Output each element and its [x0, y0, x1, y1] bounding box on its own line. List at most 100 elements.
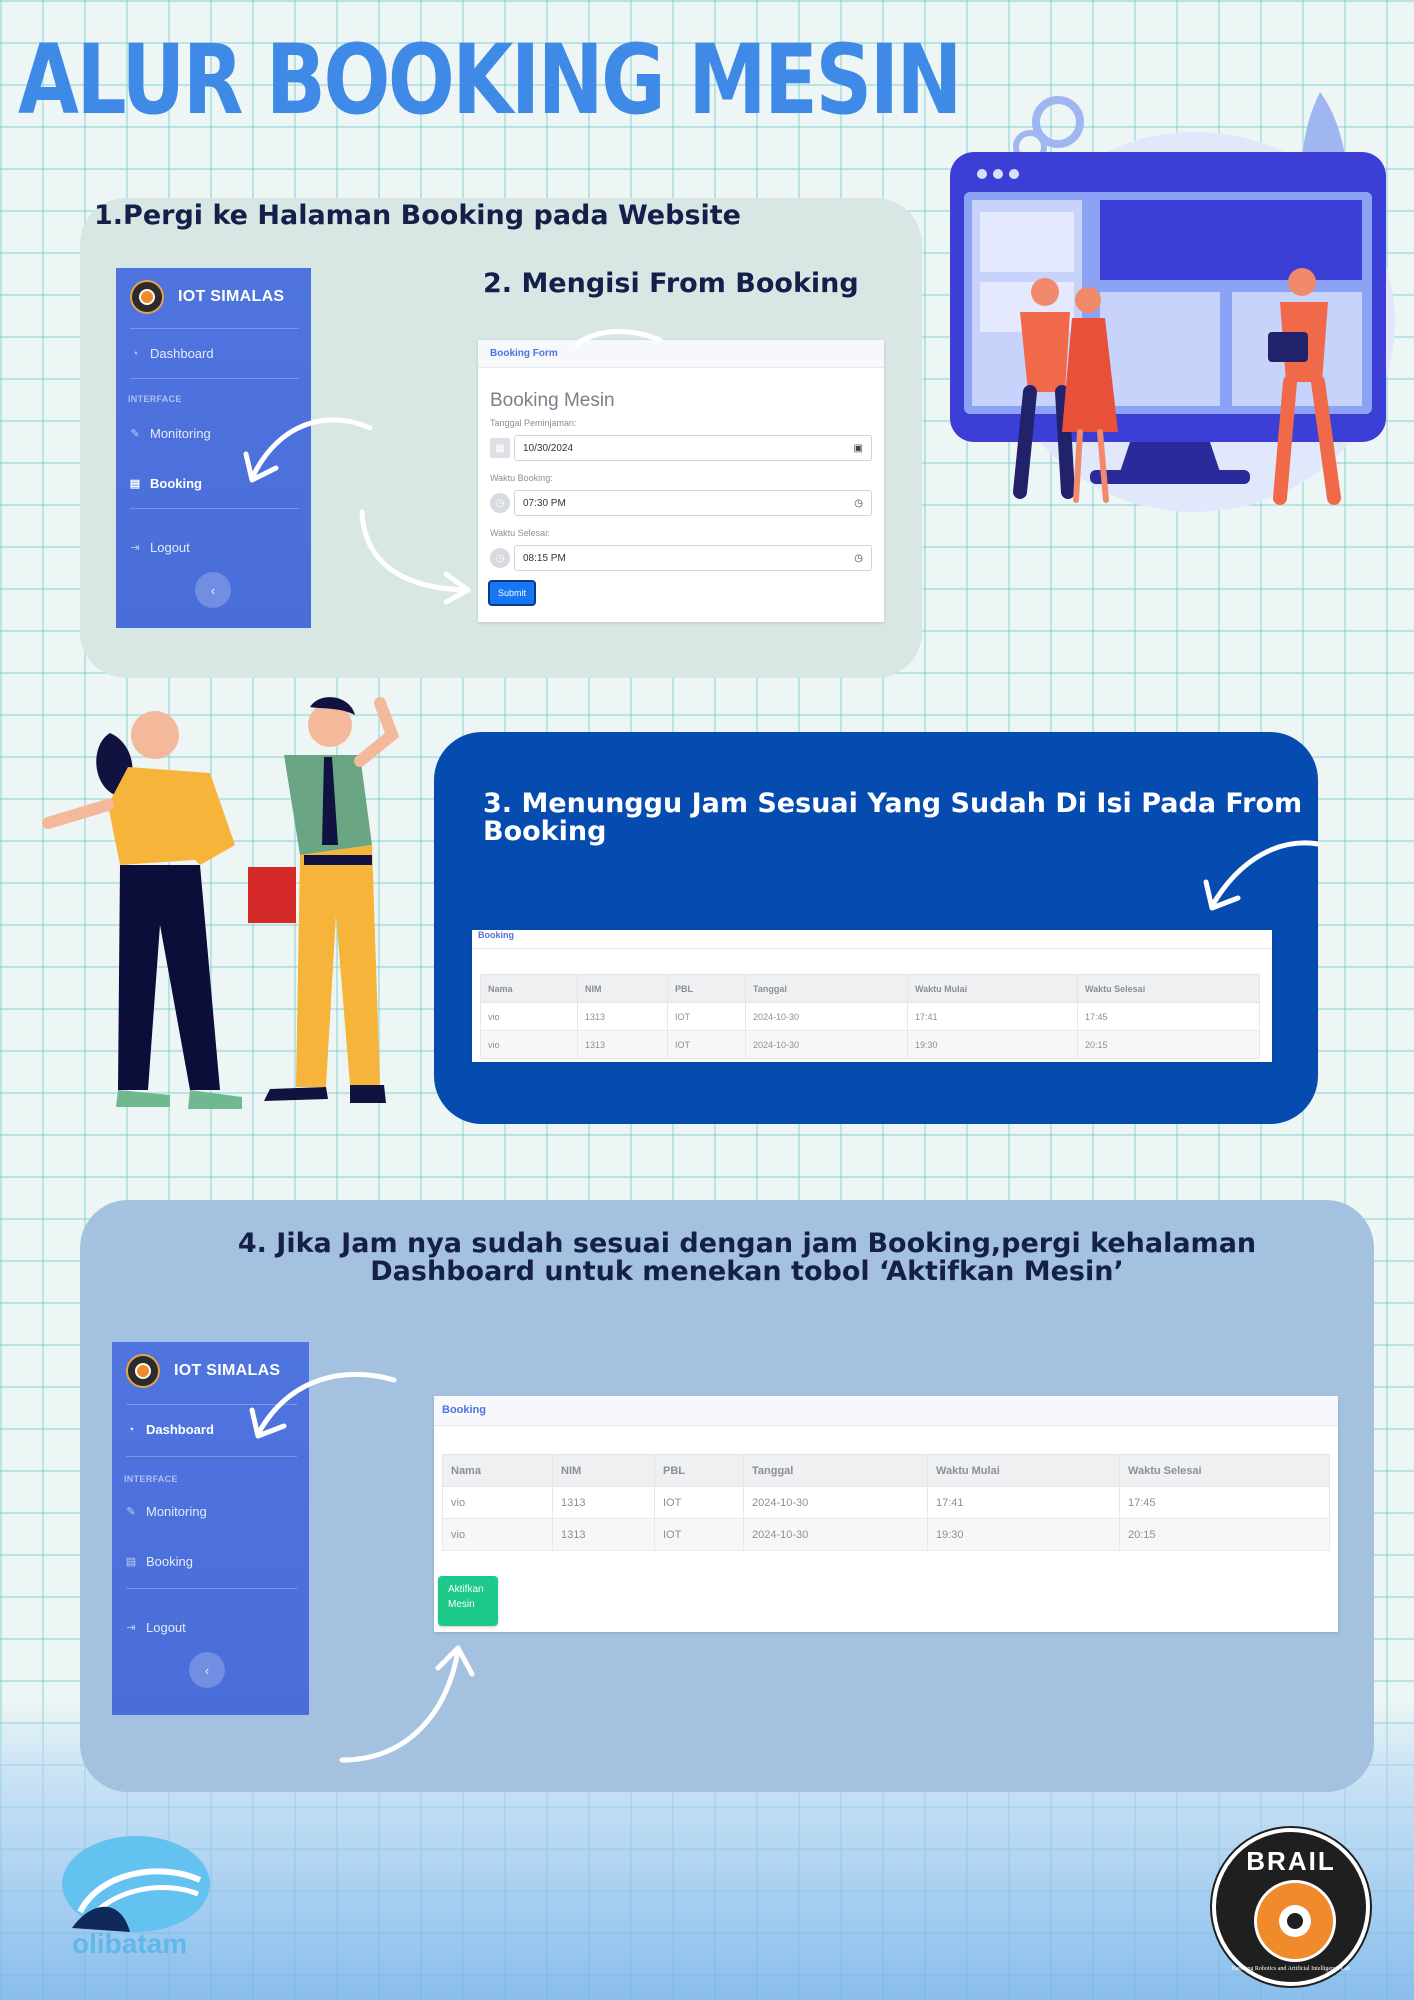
book-icon: ▤ [129, 478, 141, 490]
booking-table-wrap: Nama NIM PBL Tanggal Waktu Mulai Waktu S… [480, 974, 1260, 1059]
sidebar-item-label: Monitoring [150, 426, 211, 441]
table-row: vio 1313 IOT 2024-10-30 17:41 17:45 [480, 1002, 1260, 1031]
end-time-input[interactable]: 08:15 PM ◷ [514, 545, 872, 571]
arrow-icon [573, 329, 663, 347]
table-cell: 17:41 [907, 1002, 1078, 1031]
column-header[interactable]: NIM [552, 1454, 655, 1487]
gauge-icon: ◔ [127, 1423, 135, 1436]
sidebar-item-dashboard[interactable]: ◔ Dashboard [128, 346, 214, 361]
sidebar-item-dashboard[interactable]: ◔ Dashboard [124, 1422, 214, 1437]
sidebar-item-label: Booking [146, 1554, 193, 1569]
page-title: ALUR BOOKING MESIN [18, 24, 962, 136]
table-cell: vio [442, 1518, 553, 1551]
step-1-title: 1.Pergi ke Halaman Booking pada Website [94, 200, 741, 231]
end-time-value: 08:15 PM [523, 552, 566, 564]
sidebar-item-label: Monitoring [146, 1504, 207, 1519]
arrow-icon [243, 417, 373, 483]
polibatam-logo: olibatam [60, 1832, 210, 1972]
sidebar-toggle-button[interactable]: ‹ [195, 572, 231, 608]
booking-table-card-1: Booking Nama NIM PBL Tanggal Waktu Mulai… [472, 930, 1272, 1062]
booking-form-card: Booking Form Booking Mesin Tanggal Pemin… [478, 340, 884, 622]
table-cell: IOT [654, 1518, 744, 1551]
table-cell: 1313 [577, 1002, 668, 1031]
table-cell: 17:45 [1077, 1002, 1260, 1031]
calendar-picker-icon[interactable]: ▣ [854, 443, 863, 454]
table-row: vio 1313 IOT 2024-10-30 19:30 20:15 [442, 1518, 1330, 1551]
sidebar-item-label: Dashboard [146, 1422, 214, 1437]
monitor-illustration-icon [950, 92, 1395, 512]
start-time-input[interactable]: 07:30 PM ◷ [514, 490, 872, 516]
sidebar-brand-text: IOT SIMALAS [178, 288, 285, 305]
sidebar-item-monitoring[interactable]: ✎ Monitoring [124, 1504, 207, 1519]
column-header[interactable]: Waktu Selesai [1119, 1454, 1330, 1487]
step-2-title: 2. Mengisi From Booking [483, 268, 859, 299]
arrow-icon [1203, 840, 1321, 911]
sidebar-item-label: Logout [150, 540, 190, 555]
arrow-icon [339, 1645, 475, 1763]
sidebar-toggle-button[interactable]: ‹ [189, 1652, 225, 1688]
brail-logo-icon [126, 1354, 160, 1388]
column-header[interactable]: Nama [480, 974, 578, 1003]
aktifkan-mesin-button[interactable]: Aktifkan Mesin [438, 1576, 498, 1626]
sidebar-item-booking[interactable]: ▤ Booking [124, 1554, 193, 1569]
date-input[interactable]: 10/30/2024 ▣ [514, 435, 872, 461]
table-cell: IOT [654, 1486, 744, 1519]
table-cell: 1313 [577, 1030, 668, 1059]
wrench-icon: ✎ [130, 428, 140, 440]
arrow-icon [359, 509, 471, 605]
calendar-icon: ▦ [490, 438, 510, 458]
table-cell: vio [480, 1030, 578, 1059]
aktifkan-label-line1: Aktifkan [448, 1584, 484, 1595]
end-time-label: Waktu Selesai: [490, 528, 550, 538]
sidebar-item-label: Logout [146, 1620, 186, 1635]
column-header[interactable]: Waktu Selesai [1077, 974, 1260, 1003]
column-header[interactable]: Tanggal [745, 974, 908, 1003]
card-header-title: Booking Form [490, 348, 558, 359]
table-cell: IOT [667, 1030, 746, 1059]
step-3-title: 3. Menunggu Jam Sesuai Yang Sudah Di Isi… [483, 790, 1302, 845]
wrench-icon: ✎ [126, 1506, 136, 1518]
sidebar-brand[interactable]: IOT SIMALAS [130, 280, 284, 314]
table-cell: 19:30 [907, 1030, 1078, 1059]
table-cell: 1313 [552, 1486, 655, 1519]
brail-logo: BRAIL Barelang Robotics and Artificial I… [1212, 1828, 1370, 1986]
card-header: Booking [434, 1396, 1338, 1426]
booking-table: Nama NIM PBL Tanggal Waktu Mulai Waktu S… [442, 1454, 1330, 1551]
column-header[interactable]: Tanggal [743, 1454, 928, 1487]
clock-picker-icon[interactable]: ◷ [854, 553, 863, 564]
brail-tagline: Barelang Robotics and Artificial Intelli… [1231, 1966, 1351, 1972]
table-cell: 17:45 [1119, 1486, 1330, 1519]
table-cell: 20:15 [1077, 1030, 1260, 1059]
sidebar-item-monitoring[interactable]: ✎ Monitoring [128, 426, 211, 441]
column-header[interactable]: Nama [442, 1454, 553, 1487]
clock-picker-icon[interactable]: ◷ [854, 498, 863, 509]
card-header: Booking Form [478, 340, 884, 368]
sidebar-item-logout[interactable]: ⇥ Logout [128, 540, 190, 555]
table-cell: vio [442, 1486, 553, 1519]
table-header-row: Nama NIM PBL Tanggal Waktu Mulai Waktu S… [442, 1454, 1330, 1487]
booking-table-wrap: Nama NIM PBL Tanggal Waktu Mulai Waktu S… [442, 1454, 1330, 1551]
clock-icon: ◷ [490, 548, 510, 568]
gauge-icon: ◔ [131, 347, 139, 360]
sidebar-item-booking[interactable]: ▤ Booking [128, 476, 202, 491]
column-header[interactable]: PBL [667, 974, 746, 1003]
sidebar-divider [126, 1456, 297, 1457]
booking-table: Nama NIM PBL Tanggal Waktu Mulai Waktu S… [480, 974, 1260, 1059]
polibatam-wave-icon [62, 1836, 210, 1932]
table-row: vio 1313 IOT 2024-10-30 17:41 17:45 [442, 1486, 1330, 1519]
aktifkan-label-line2: Mesin [448, 1599, 475, 1610]
people-illustration-icon [42, 697, 400, 1109]
column-header[interactable]: Waktu Mulai [927, 1454, 1120, 1487]
column-header[interactable]: NIM [577, 974, 668, 1003]
brail-logo-icon [130, 280, 164, 314]
sidebar-item-label: Booking [150, 476, 202, 491]
column-header[interactable]: Waktu Mulai [907, 974, 1078, 1003]
submit-button[interactable]: Submit [488, 580, 536, 606]
column-header[interactable]: PBL [654, 1454, 744, 1487]
table-cell: vio [480, 1002, 578, 1031]
brail-name: BRAIL [1246, 1846, 1336, 1876]
table-cell: 2024-10-30 [743, 1486, 928, 1519]
sidebar-heading: INTERFACE [128, 394, 182, 404]
sidebar-item-logout[interactable]: ⇥ Logout [124, 1620, 186, 1635]
card-header-title: Booking [442, 1404, 486, 1416]
